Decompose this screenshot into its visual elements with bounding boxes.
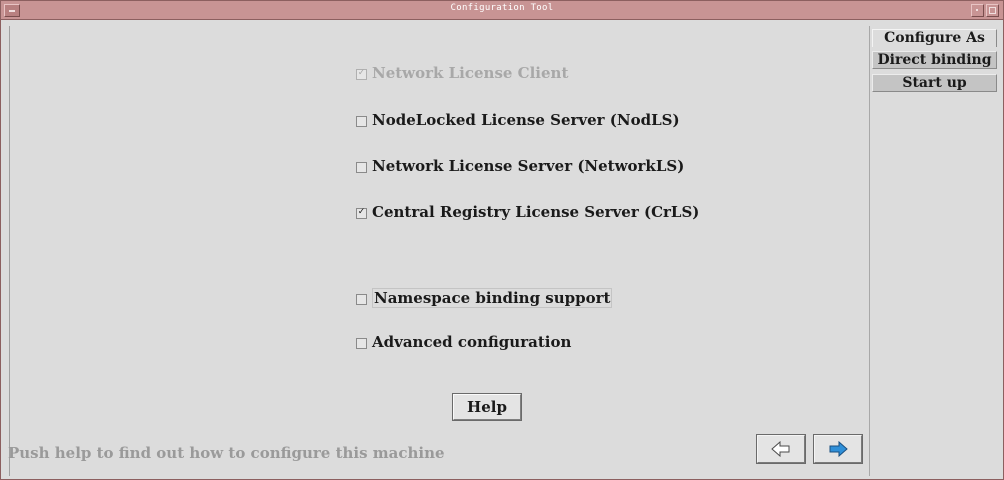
checkbox-checked-icon [356,68,367,80]
back-button[interactable] [756,434,806,464]
network-license-client-checkbox: Network License Client [356,64,568,82]
checkbox-icon[interactable] [356,161,367,173]
network-license-server-label: Network License Server (NetworkLS) [372,157,685,175]
help-button[interactable]: Help [452,393,522,421]
tab-direct-binding[interactable]: Direct binding [872,51,997,69]
minimize-icon[interactable] [971,4,984,17]
network-license-server-checkbox[interactable]: Network License Server (NetworkLS) [356,157,684,175]
nodelocked-license-server-label: NodeLocked License Server (NodLS) [372,111,680,129]
window-title: Configuration Tool [450,3,554,13]
central-registry-license-server-checkbox[interactable]: Central Registry License Server (CrLS) [356,203,699,221]
advanced-configuration-checkbox[interactable]: Advanced configuration [356,333,571,351]
title-bar[interactable]: Configuration Tool [1,1,1003,20]
checkbox-icon[interactable] [356,293,367,305]
next-button[interactable] [813,434,863,464]
network-license-client-label: Network License Client [372,64,569,82]
central-registry-license-server-label: Central Registry License Server (CrLS) [372,203,700,221]
namespace-binding-support-label: Namespace binding support [372,288,613,308]
tab-configure-as[interactable]: Configure As [872,29,997,47]
tab-start-up[interactable]: Start up [872,74,997,92]
maximize-icon[interactable] [986,4,999,17]
checkbox-checked-icon[interactable] [356,207,367,219]
right-arrow-icon [829,441,848,457]
status-message: Push help to find out how to configure t… [8,444,445,462]
tab-panel [869,26,1000,476]
namespace-binding-support-checkbox[interactable]: Namespace binding support [356,288,613,308]
main-panel [9,26,869,476]
checkbox-icon[interactable] [356,115,367,127]
nodelocked-license-server-checkbox[interactable]: NodeLocked License Server (NodLS) [356,111,680,129]
left-arrow-icon [771,441,790,457]
advanced-configuration-label: Advanced configuration [372,333,572,351]
checkbox-icon[interactable] [356,337,367,349]
